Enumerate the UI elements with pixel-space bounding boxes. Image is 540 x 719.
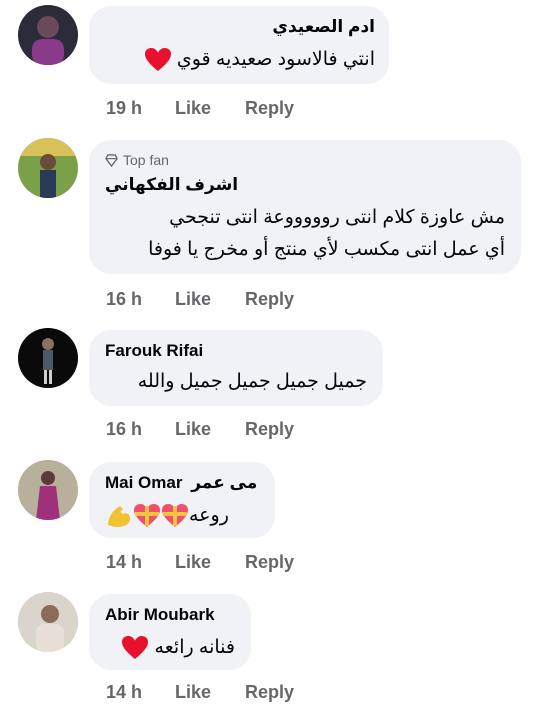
comment-bubble: ادم الصعيدي انتي فالاسود صعيديه قوي xyxy=(89,6,389,84)
comment-author[interactable]: ادم الصعيدي xyxy=(103,16,375,38)
comment-text: انتي فالاسود صعيديه قوي xyxy=(103,44,375,76)
avatar[interactable] xyxy=(18,460,78,520)
comment-text-body: انتي فالاسود صعيديه قوي xyxy=(176,49,375,70)
reply-button[interactable]: Reply xyxy=(245,289,294,310)
comment-author[interactable]: Abir Moubark xyxy=(105,604,235,626)
comment-actions: 14 h Like Reply xyxy=(106,679,294,705)
comment-author-suffix: مى عمر xyxy=(191,473,258,492)
diamond-icon xyxy=(105,153,118,167)
reply-button[interactable]: Reply xyxy=(245,552,294,573)
comment-bubble: Top fan اشرف الفكهاني مش عاوزة كلام انتى… xyxy=(89,140,521,274)
comment-bubble: Mai Omar مى عمر روعه xyxy=(89,462,275,538)
comment-text-body: روعه xyxy=(189,505,229,526)
top-fan-label: Top fan xyxy=(123,152,169,168)
comment-actions: 16 h Like Reply xyxy=(106,416,294,442)
comment-actions: 16 h Like Reply xyxy=(106,286,294,312)
reply-button[interactable]: Reply xyxy=(245,98,294,119)
top-fan-badge: Top fan xyxy=(105,150,505,170)
comment-bubble: Abir Moubark فنانه رائعه xyxy=(89,594,251,670)
heart-emoji-icon xyxy=(144,47,171,71)
like-button[interactable]: Like xyxy=(175,289,245,310)
comment-text-body: فنانه رائعه xyxy=(154,637,235,658)
heart-emoji-icon xyxy=(122,635,149,659)
comment-author[interactable]: Mai Omar xyxy=(105,473,182,492)
comment-time[interactable]: 19 h xyxy=(106,98,175,119)
comment-text: روعه xyxy=(105,500,259,532)
heart-gift-icon xyxy=(162,503,188,527)
comment-text-line: مش عاوزة كلام انتى روووووعة انتى تنجحي xyxy=(169,207,505,228)
reply-button[interactable]: Reply xyxy=(245,682,294,703)
like-button[interactable]: Like xyxy=(175,552,245,573)
comment-time[interactable]: 14 h xyxy=(106,682,175,703)
avatar[interactable] xyxy=(18,138,78,198)
avatar[interactable] xyxy=(18,328,78,388)
comment-actions: 19 h Like Reply xyxy=(106,95,294,121)
like-button[interactable]: Like xyxy=(175,682,245,703)
comment-text: فنانه رائعه xyxy=(105,632,235,664)
comment-actions: 14 h Like Reply xyxy=(106,549,294,575)
comment-bubble: Farouk Rifai جميل جميل جميل جميل والله xyxy=(89,330,383,406)
comment-author[interactable]: اشرف الفكهاني xyxy=(105,174,505,196)
comment-time[interactable]: 16 h xyxy=(106,419,175,440)
heart-gift-icon xyxy=(134,503,160,527)
reply-button[interactable]: Reply xyxy=(245,419,294,440)
comment-author[interactable]: Farouk Rifai xyxy=(105,340,367,362)
comment-time[interactable]: 16 h xyxy=(106,289,175,310)
like-button[interactable]: Like xyxy=(175,98,245,119)
comment-author-line: Mai Omar مى عمر xyxy=(105,472,259,494)
like-button[interactable]: Like xyxy=(175,419,245,440)
comment-text-line: أي عمل انتى مكسب لأي منتج أو مخرج يا فوف… xyxy=(148,239,505,260)
avatar[interactable] xyxy=(18,592,78,652)
avatar[interactable] xyxy=(18,5,78,65)
comment-time[interactable]: 14 h xyxy=(106,552,175,573)
comment-text: جميل جميل جميل جميل والله xyxy=(137,371,367,392)
flexed-biceps-icon xyxy=(108,505,131,527)
